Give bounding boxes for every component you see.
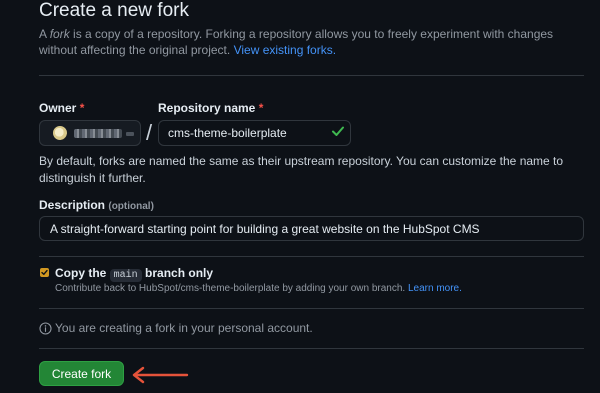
intro-prefix: A	[39, 27, 50, 41]
redacted-owner-name	[74, 129, 122, 138]
description-label: Description (optional)	[39, 198, 154, 212]
owner-label-text: Owner	[39, 101, 77, 115]
copy-branch-help-body: Contribute back to HubSpot/cms-theme-boi…	[55, 283, 408, 294]
checkmark-icon	[41, 269, 48, 275]
owner-required-mark: *	[79, 101, 85, 115]
intro-text: A fork is a copy of a repository. Forkin…	[39, 26, 579, 58]
intro-fork-word: fork	[49, 27, 70, 41]
copy-label-suffix: branch only	[141, 266, 214, 280]
repository-name-required-mark: *	[258, 101, 264, 115]
copy-main-branch-checkbox[interactable]	[40, 268, 49, 277]
learn-more-link[interactable]: Learn more.	[408, 283, 462, 294]
copy-branch-help-text: Contribute back to HubSpot/cms-theme-boi…	[55, 283, 462, 294]
page-title: Create a new fork	[39, 0, 189, 21]
avatar	[53, 126, 67, 140]
fork-name-helper-text: By default, forks are named the same as …	[39, 154, 564, 185]
divider	[39, 75, 584, 76]
copy-main-branch-label[interactable]: Copy the main branch only	[55, 266, 214, 282]
copy-label-prefix: Copy the	[55, 266, 110, 280]
divider	[39, 348, 584, 349]
arrow-annotation-icon	[132, 366, 189, 384]
divider	[39, 256, 584, 257]
branch-name-code: main	[109, 269, 142, 282]
info-icon	[39, 322, 52, 335]
divider	[39, 308, 584, 309]
owner-repo-separator: /	[146, 120, 153, 145]
description-optional-tag: (optional)	[108, 201, 154, 212]
owner-label: Owner *	[39, 101, 84, 115]
owner-select[interactable]	[39, 120, 141, 146]
check-icon	[332, 126, 344, 136]
description-input[interactable]	[39, 216, 584, 241]
personal-account-notice: You are creating a fork in your personal…	[55, 321, 313, 335]
repository-name-label-text: Repository name	[158, 101, 256, 115]
repository-name-label: Repository name *	[158, 101, 263, 115]
description-label-text: Description	[39, 198, 106, 212]
repository-name-input[interactable]	[158, 120, 351, 146]
view-existing-forks-link[interactable]: View existing forks.	[234, 43, 337, 57]
redacted-owner-name-tail	[126, 132, 134, 136]
create-fork-button[interactable]: Create fork	[39, 361, 124, 386]
